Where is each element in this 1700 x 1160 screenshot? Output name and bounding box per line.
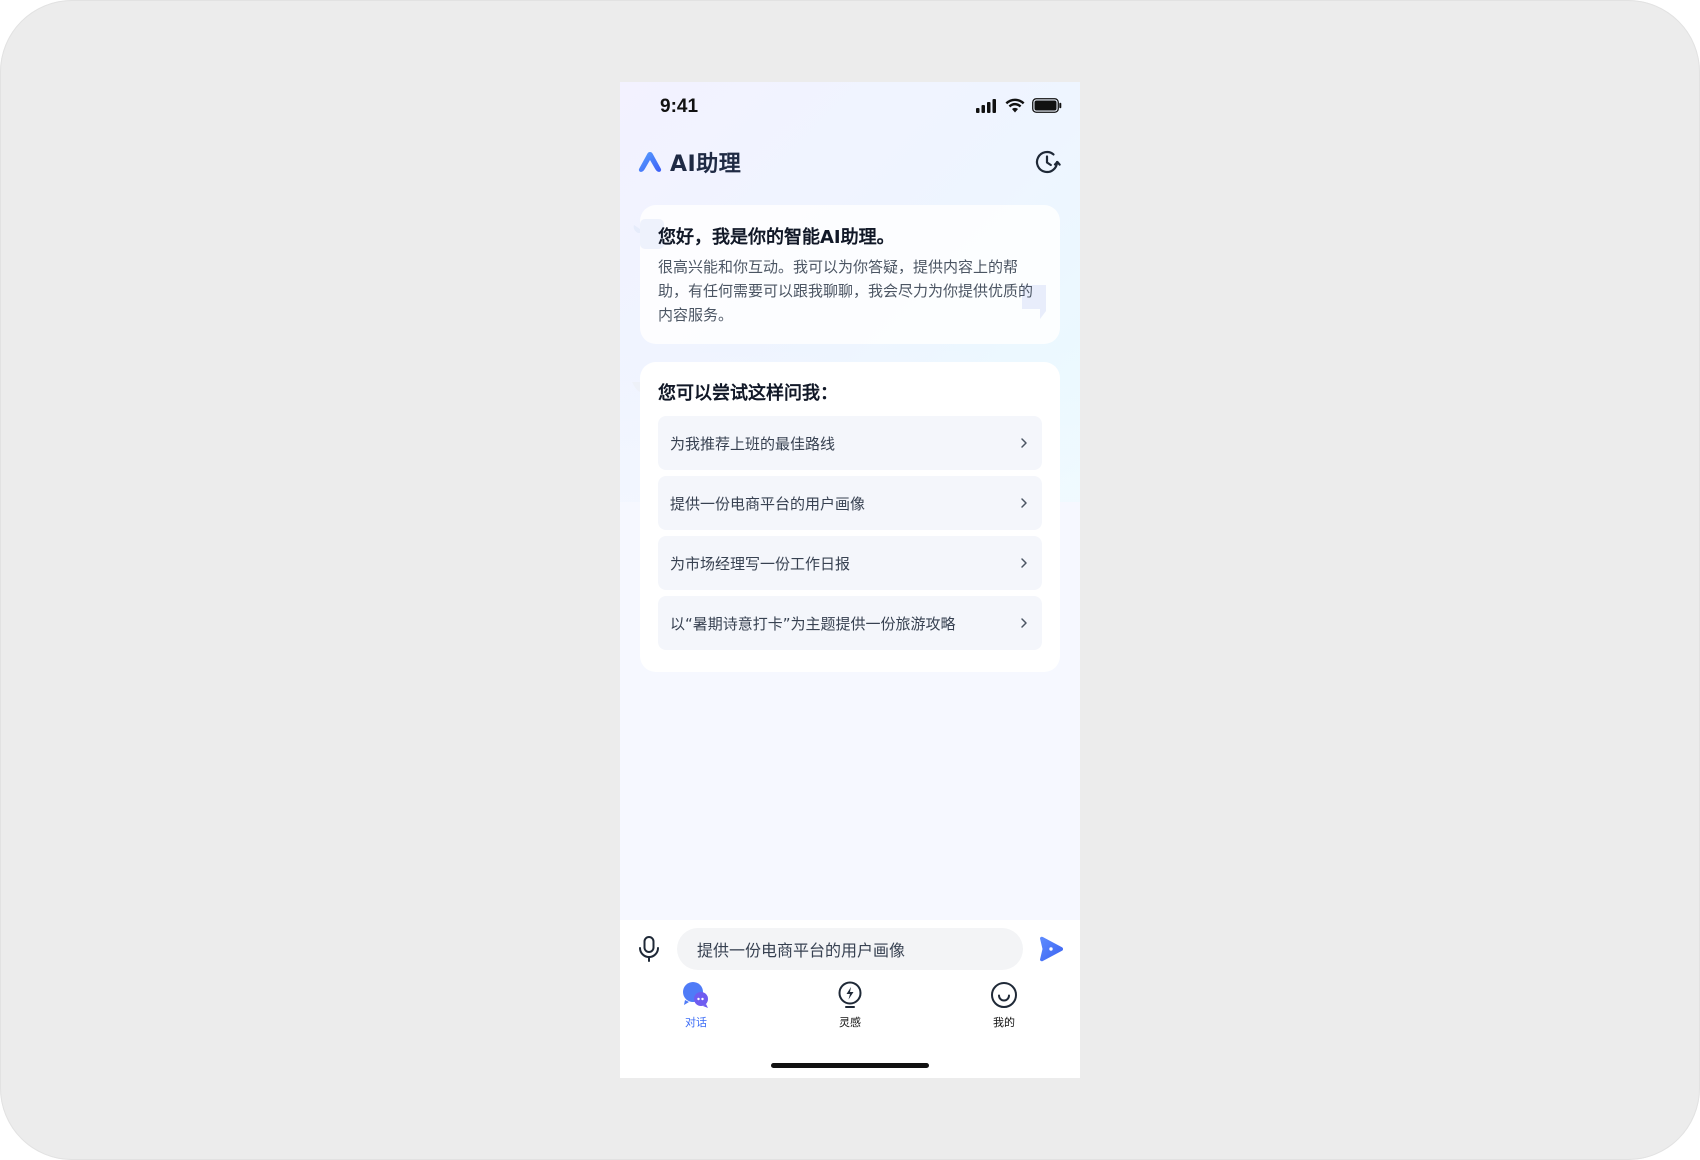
lightning-bulb-icon [838, 981, 862, 1008]
suggestion-label: 以“暑期诗意打卡”为主题提供一份旅游攻略 [670, 614, 956, 633]
status-time: 9:41 [660, 96, 699, 117]
chevron-right-icon [1021, 558, 1027, 568]
tab-bar: 对话 灵感 我的 [620, 980, 1080, 1036]
status-icons [976, 98, 1062, 113]
tab-profile[interactable]: 我的 [964, 980, 1044, 1036]
welcome-card: 您好，我是你的智能AI助理。 很高兴能和你互动。我可以为你答疑，提供内容上的帮助… [633, 205, 1060, 344]
suggestion-item[interactable]: 以“暑期诗意打卡”为主题提供一份旅游攻略 [658, 596, 1042, 650]
suggestion-item[interactable]: 为我推荐上班的最佳路线 [658, 416, 1042, 470]
home-indicator [771, 1063, 929, 1068]
tab-chat[interactable]: 对话 [656, 980, 736, 1036]
app-header: AI助理 [638, 140, 1062, 184]
phone-screen: 9:41 AI助理 您好，我是你的智能AI助理。 很高兴能和你互动。我可以为你答… [620, 82, 1080, 1078]
suggestions-title: 您可以尝试这样问我： [658, 383, 838, 404]
app-title: AI助理 [670, 152, 742, 177]
suggestion-item[interactable]: 提供一份电商平台的用户画像 [658, 476, 1042, 530]
tab-label: 对话 [685, 1016, 707, 1029]
suggestion-label: 为市场经理写一份工作日报 [670, 554, 851, 573]
suggestions-card: 您可以尝试这样问我： 为我推荐上班的最佳路线 提供一份电商平台的用户画像 为市场… [632, 362, 1060, 672]
chevron-right-icon [1021, 498, 1027, 508]
chevron-right-icon [1021, 438, 1027, 448]
send-icon [1040, 936, 1064, 962]
tab-label: 灵感 [839, 1016, 861, 1029]
suggestion-label: 为我推荐上班的最佳路线 [670, 434, 836, 453]
bubble-tail-icon [632, 382, 640, 392]
history-button[interactable] [1032, 147, 1062, 177]
message-input[interactable] [677, 928, 1023, 970]
logo-icon [638, 152, 662, 172]
battery-icon [1032, 98, 1062, 113]
brand: AI助理 [638, 146, 741, 178]
device-frame: 9:41 AI助理 您好，我是你的智能AI助理。 很高兴能和你互动。我可以为你答… [0, 0, 1700, 1160]
tab-label: 我的 [993, 1016, 1015, 1029]
bottom-bar: 对话 灵感 我的 [620, 920, 1080, 1078]
chat-bubbles-icon [683, 982, 708, 1008]
smile-face-icon [991, 982, 1017, 1008]
signal-icon [976, 98, 996, 113]
voice-input-button[interactable] [634, 934, 664, 964]
microphone-icon [639, 936, 659, 962]
welcome-body: 很高兴能和你互动。我可以为你答疑，提供内容上的帮助，有任何需要可以跟我聊聊，我会… [658, 258, 1034, 324]
suggestion-item[interactable]: 为市场经理写一份工作日报 [658, 536, 1042, 590]
suggestion-label: 提供一份电商平台的用户画像 [670, 494, 866, 513]
wifi-icon [1005, 98, 1025, 113]
message-input-wrapper [677, 928, 1023, 970]
chevron-right-icon [1021, 618, 1027, 628]
welcome-title: 您好，我是你的智能AI助理。 [658, 227, 895, 248]
send-button[interactable] [1036, 934, 1066, 964]
history-clock-icon [1035, 150, 1061, 174]
tab-inspiration[interactable]: 灵感 [810, 980, 890, 1036]
